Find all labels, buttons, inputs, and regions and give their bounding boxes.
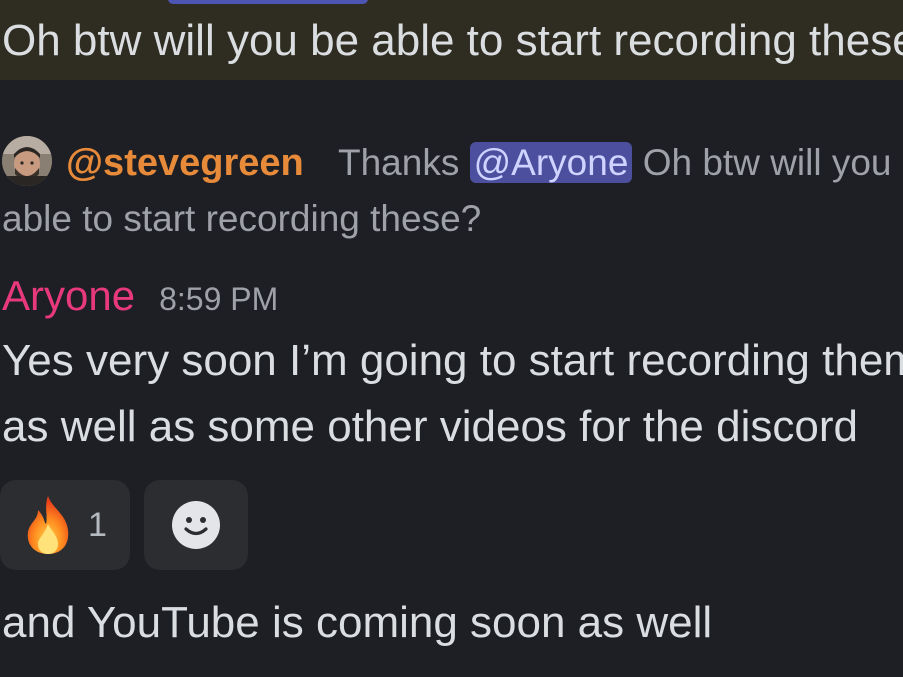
smiley-add-icon xyxy=(172,501,220,549)
message-line-1: Yes very soon I’m going to start recordi… xyxy=(2,336,903,385)
reply-text-continuation: able to start recording these? xyxy=(2,198,482,239)
highlighted-message[interactable]: Oh btw will you be able to start recordi… xyxy=(0,0,903,80)
reply-text-before: Thanks xyxy=(338,142,470,183)
fire-icon xyxy=(27,496,69,554)
reaction-count: 1 xyxy=(88,505,107,544)
mention-pill[interactable]: @Aryone xyxy=(469,142,633,183)
message-author[interactable]: Aryone xyxy=(2,272,135,319)
reactions-bar: 1 xyxy=(0,480,248,570)
avatar-image xyxy=(2,136,52,186)
add-reaction-button[interactable] xyxy=(144,480,248,570)
reply-text: Thanks @Aryone Oh btw will you be xyxy=(338,140,903,186)
reaction-fire[interactable]: 1 xyxy=(0,480,130,570)
mention-pill-fragment xyxy=(168,0,368,4)
reply-text-after: Oh btw will you be xyxy=(642,142,903,183)
avatar[interactable] xyxy=(2,136,52,186)
highlighted-message-text: Oh btw will you be able to start recordi… xyxy=(2,16,903,65)
reply-author[interactable]: @stevegreen xyxy=(66,140,304,186)
reply-preview[interactable]: @stevegreen Thanks @Aryone Oh btw will y… xyxy=(0,134,903,194)
message-header: Aryone 8:59 PM xyxy=(2,270,278,322)
message-line-2: as well as some other videos for the dis… xyxy=(2,402,858,451)
message-followup: and YouTube is coming soon as well xyxy=(2,598,713,647)
message-timestamp: 8:59 PM xyxy=(159,281,279,317)
